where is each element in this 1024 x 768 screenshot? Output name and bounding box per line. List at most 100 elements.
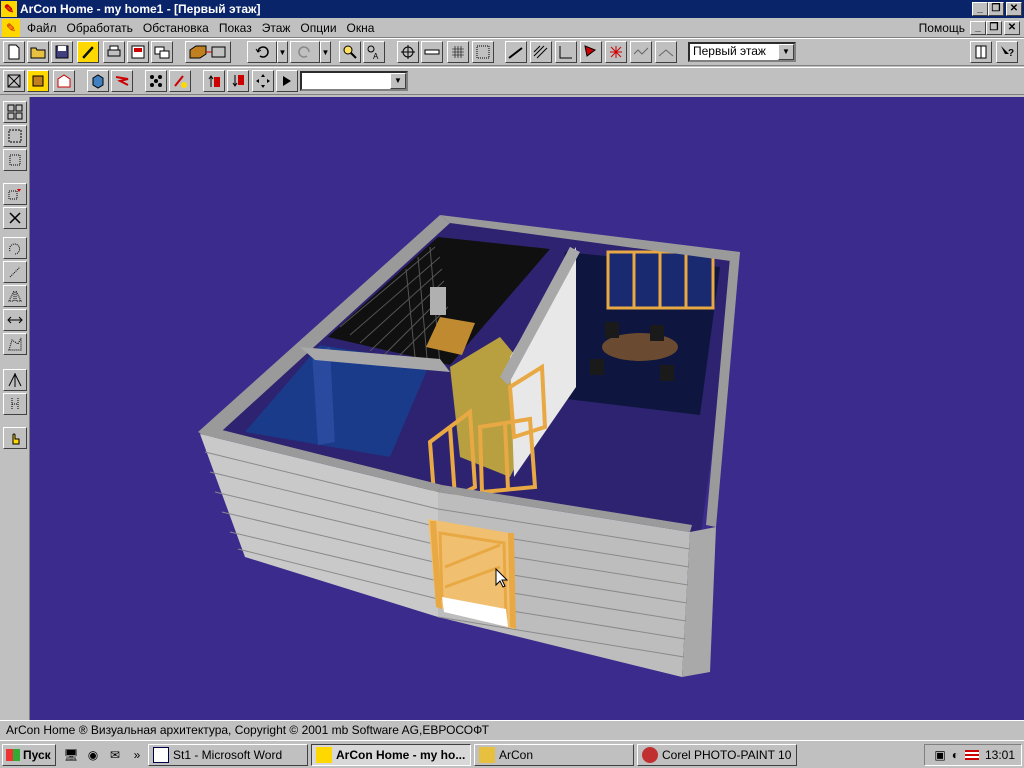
menu-furnishing[interactable]: Обстановка [138, 21, 214, 35]
doc-minimize-button[interactable]: _ [970, 20, 986, 35]
rotate-free-icon[interactable] [3, 261, 27, 283]
us-flag-icon[interactable] [964, 750, 979, 760]
menu-windows[interactable]: Окна [342, 21, 380, 35]
dining-windows [606, 250, 715, 310]
view-select[interactable]: ▼ [300, 71, 408, 91]
delete-icon[interactable] [3, 207, 27, 229]
secondary-toolbar: ▼ [0, 67, 1024, 95]
menu-floor[interactable]: Этаж [257, 21, 296, 35]
quicklaunch-more-icon[interactable]: » [128, 746, 146, 764]
grid-icon[interactable] [447, 41, 469, 63]
start-button[interactable]: Пуск [2, 744, 56, 766]
windows-layout-icon[interactable] [151, 41, 173, 63]
menu-options[interactable]: Опции [295, 21, 341, 35]
corel-icon [642, 747, 658, 763]
left-toolbar [0, 97, 30, 720]
arcon-app-icon[interactable]: ✎ [1, 1, 17, 17]
help-pointer-icon[interactable]: ? [996, 41, 1018, 63]
paint-icon[interactable] [169, 70, 191, 92]
play-icon[interactable] [276, 70, 298, 92]
undo-dropdown-icon[interactable]: ▼ [277, 41, 288, 63]
measure-vertical-icon[interactable] [3, 393, 27, 415]
document-menu-icon[interactable]: ✎ [2, 18, 20, 37]
menu-edit[interactable]: Обработать [62, 21, 138, 35]
status-bar: ArCon Home ® Визуальная архитектура, Cop… [0, 720, 1024, 740]
quicklaunch-more-label: » [133, 748, 141, 762]
select-frame-icon[interactable] [3, 125, 27, 147]
print-preview-icon[interactable] [127, 41, 149, 63]
pan-arrows-icon[interactable] [252, 70, 274, 92]
floor-select[interactable]: Первый этаж ▼ [688, 42, 796, 62]
design-mode-icon[interactable] [27, 70, 49, 92]
window-title: ArCon Home - my home1 - [Первый этаж] [20, 2, 261, 16]
select-all-icon[interactable] [3, 101, 27, 123]
undo-icon[interactable] [247, 41, 277, 63]
clock: 13:01 [984, 748, 1015, 762]
quicklaunch-desktop-icon[interactable]: 🖥 [62, 746, 80, 764]
copy-icon[interactable] [3, 183, 27, 205]
hatch-icon[interactable] [530, 41, 552, 63]
mirror-icon[interactable] [3, 285, 27, 307]
floor-select-value: Первый этаж [693, 44, 766, 58]
camera-dots-icon[interactable] [145, 70, 167, 92]
select-points-icon[interactable] [3, 149, 27, 171]
move-down-icon[interactable] [227, 70, 249, 92]
arcon-app-window: ✎ ArCon Home - my home1 - [Первый этаж] … [0, 0, 1024, 768]
title-bar[interactable]: ✎ ArCon Home - my home1 - [Первый этаж] … [0, 0, 1024, 18]
stairs-icon[interactable] [505, 41, 527, 63]
text-tool-icon[interactable]: A [363, 41, 385, 63]
minimize-button[interactable]: _ [972, 2, 988, 16]
doc-close-button[interactable]: ✕ [1004, 20, 1020, 35]
quicklaunch-browser-icon[interactable]: ◉ [84, 746, 102, 764]
book-icon[interactable] [970, 41, 992, 63]
quicklaunch-mail-icon[interactable]: ✉ [106, 746, 124, 764]
chevron-down-icon[interactable]: ▼ [390, 73, 406, 89]
new-file-icon[interactable] [3, 41, 25, 63]
task-arcon-folder[interactable]: ArCon [474, 744, 634, 766]
wall-draw-icon[interactable] [185, 41, 231, 63]
plan-view-icon[interactable] [53, 70, 75, 92]
menu-view[interactable]: Показ [214, 21, 257, 35]
crosshair-icon[interactable] [397, 41, 419, 63]
print-icon[interactable] [103, 41, 125, 63]
network-icon[interactable]: ▣ [934, 748, 945, 762]
dotted-grid-icon[interactable] [472, 41, 494, 63]
open-folder-icon[interactable] [27, 41, 49, 63]
align-icon[interactable] [3, 369, 27, 391]
hand-pointer-icon[interactable] [3, 427, 27, 449]
restore-button[interactable]: ❐ [988, 2, 1004, 16]
task-corel[interactable]: Corel PHOTO-PAINT 10 [637, 744, 797, 766]
chevron-down-icon[interactable]: ▼ [778, 44, 794, 60]
roof-flag-icon[interactable] [580, 41, 602, 63]
house-3d-model[interactable] [30, 97, 1024, 720]
zoom-icon[interactable] [339, 41, 361, 63]
rotate-icon[interactable] [3, 237, 27, 259]
angle-icon[interactable] [655, 41, 677, 63]
3d-view-icon[interactable] [87, 70, 109, 92]
start-label: Пуск [23, 748, 51, 762]
volume-icon[interactable]: ◐ [952, 748, 959, 762]
doc-restore-button[interactable]: ❐ [986, 20, 1002, 35]
close-button[interactable]: ✕ [1006, 2, 1022, 16]
fridge [430, 287, 446, 315]
polygon-icon[interactable] [3, 333, 27, 355]
light-icon[interactable] [605, 41, 627, 63]
ruler-icon[interactable] [421, 41, 443, 63]
move-up-icon[interactable] [203, 70, 225, 92]
measure-icon[interactable] [630, 41, 652, 63]
pencil-draw-icon[interactable] [77, 41, 99, 63]
render-icon[interactable] [111, 70, 133, 92]
redo-dropdown-icon[interactable]: ▼ [320, 41, 331, 63]
3d-viewport[interactable] [30, 97, 1024, 720]
save-icon[interactable] [51, 41, 73, 63]
svg-text:?: ? [1008, 48, 1014, 59]
menu-file[interactable]: Файл [22, 21, 62, 35]
redo-icon[interactable] [290, 41, 320, 63]
task-word[interactable]: St1 - Microsoft Word [148, 744, 308, 766]
menu-help[interactable]: Помощь [914, 21, 970, 35]
windows-logo-icon [6, 749, 20, 761]
dimension-icon[interactable] [555, 41, 577, 63]
stretch-icon[interactable] [3, 309, 27, 331]
task-arcon-home[interactable]: ArCon Home - my ho... [311, 744, 471, 766]
construction-mode-icon[interactable] [3, 70, 25, 92]
